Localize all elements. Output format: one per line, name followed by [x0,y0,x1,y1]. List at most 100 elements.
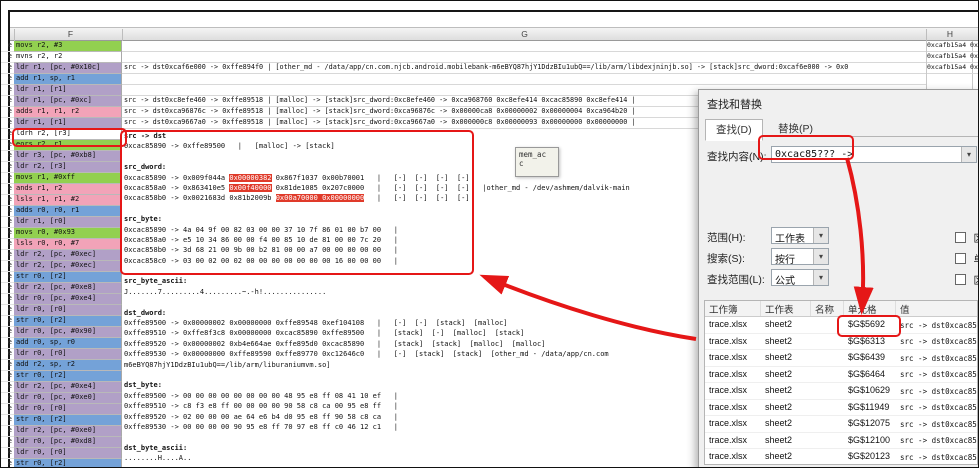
asm-cell[interactable]: str r0, [r2] [14,316,122,327]
asm-cell[interactable]: ldr r2, [pc, #0xec] [14,261,122,272]
h-value-cell[interactable]: 0xcafb15a4 0x0000 [927,52,978,63]
asm-cell[interactable]: adds r1, r1, r2 [14,107,122,118]
results-header-name[interactable]: 名称 [811,301,844,316]
result-rc2: sheet2 [765,335,793,346]
search-order-select[interactable]: 按行 ▾ [771,248,829,266]
find-what-input[interactable]: 0xcac85??? -> ▾ [771,146,977,163]
asm-cell[interactable]: mvns r2, r2 [14,52,122,63]
asm-cell[interactable]: eors r2, r1 [14,140,122,151]
result-row[interactable]: trace.xlsx sheet2 $G$11949 src -> dst0xcac8… [705,400,977,416]
tab-replace[interactable]: 替换(P) [767,118,824,140]
result-row[interactable]: trace.xlsx sheet2 $G$6313 src -> dst0xcac85… [705,334,977,350]
chevron-down-icon[interactable]: ▾ [961,147,976,162]
asm-cell[interactable]: ldr r2, [r3] [14,162,122,173]
trace-cell-row[interactable]: src -> dst0xcaf6e000 -> 0xffe894f0 | [ot… [122,63,926,74]
dialog-tabs: 查找(D) 替换(P) [705,118,978,141]
match-case-checkbox[interactable]: 区分大小写(C) [955,229,978,247]
asm-cell[interactable]: adds r0, r0, r1 [14,206,122,217]
asm-cell[interactable]: add r2, sp, r2 [14,360,122,371]
result-rc5: src -> dst0xcac8589 [900,320,977,330]
column-header-h[interactable]: H [926,29,973,41]
result-rc4: $G$11949 [848,401,890,412]
column-header-g[interactable]: G [122,29,926,41]
asm-cell[interactable]: str r0, [r2] [14,415,122,426]
result-row[interactable]: trace.xlsx sheet2 $G$12075 src -> dst0xcac8… [705,416,977,433]
asm-cell[interactable]: lsls r0, r0, #7 [14,239,122,250]
asm-cell[interactable]: ldr r2, [pc, #0xe4] [14,382,122,393]
asm-cell[interactable]: ldr r0, [pc, #0xd8] [14,437,122,448]
result-rc1: trace.xlsx [709,352,748,362]
asm-cell[interactable]: ldr r0, [r0] [14,448,122,459]
match-cell-label: 单元格匹配(O) [973,255,978,266]
asm-cell[interactable]: str r0, [r2] [14,371,122,382]
results-header-workbook[interactable]: 工作簿 [705,301,761,316]
clipped-cell-e: e [1,173,14,184]
clipped-cell-e: e [1,338,14,349]
result-rc3 [811,350,844,366]
result-row[interactable]: trace.xlsx sheet2 $G$20123 src -> dst0xcac8… [705,449,977,464]
tab-find[interactable]: 查找(D) [705,119,763,141]
results-header-cell[interactable]: 单元格 [844,301,896,316]
asm-cell[interactable]: ldr r0, [pc, #0x90] [14,327,122,338]
result-rc4: $G$12075 [848,418,891,428]
asm-cell[interactable]: ldr r0, [r0] [14,305,122,316]
asm-cell[interactable]: movs r2, #3 [14,41,122,52]
result-row[interactable]: trace.xlsx sheet2 $G$10629 src -> dst0xcac8… [705,383,977,400]
asm-cell[interactable]: ldr r1, [r1] [14,118,122,129]
result-row[interactable]: trace.xlsx sheet2 $G$6439 src -> dst0xcac85… [705,350,977,367]
asm-cell[interactable]: ands r1, r2 [14,184,122,195]
asm-cell[interactable]: ldr r0, [pc, #0xe4] [14,294,122,305]
h-value-cell[interactable]: 0xcafb15a4 0x0000 [927,41,978,52]
asm-cell[interactable]: ldr r0, [r0] [14,349,122,360]
asm-cell[interactable]: str r0, [r2] [14,272,122,283]
result-rc4: $G$6464 [848,368,886,379]
result-rc4: $G$6439 [848,352,886,362]
window-frame-top [8,10,978,12]
asm-cell[interactable]: ldr r1, [r1] [14,85,122,96]
asm-cell[interactable]: ldr r1, [pc, #0x10c] [14,63,122,74]
find-replace-dialog: 查找和替换 查找(D) 替换(P) 查找内容(N): 0xcac85??? ->… [698,89,978,467]
trace-cell-row[interactable] [122,41,926,52]
asm-cell[interactable]: str r0, [r2] [14,459,122,467]
asm-cell[interactable]: ldr r0, [r0] [14,404,122,415]
result-row[interactable]: trace.xlsx sheet2 $G$5692 src -> dst0xcac85… [705,317,977,334]
results-header-value[interactable]: 值 [896,301,977,316]
asm-cell[interactable]: ldr r2, [pc, #0xe0] [14,426,122,437]
result-rc1: trace.xlsx [709,451,748,461]
result-rc1: trace.xlsx [709,401,748,412]
result-rc1: trace.xlsx [709,319,748,329]
asm-cell[interactable]: add r0, sp, r0 [14,338,122,349]
match-cell-checkbox[interactable]: 单元格匹配(O) [955,250,978,268]
clipped-cell-e: e [1,404,14,415]
asm-cell[interactable]: ldr r0, [pc, #0xe0] [14,393,122,404]
column-header-f[interactable]: F [14,29,126,41]
result-rc5: src -> dst0xcac8589 [900,436,977,445]
asm-cell[interactable]: add r1, sp, r1 [14,74,122,85]
match-width-label: 区分全/半角(B) [973,276,978,287]
result-rc2: sheet2 [765,451,793,461]
result-rc1: trace.xlsx [709,368,748,379]
result-row[interactable]: trace.xlsx sheet2 $G$6464 src -> dst0xcac85… [705,367,977,383]
checkbox-icon [955,274,966,285]
asm-cell[interactable]: ldr r1, [r0] [14,217,122,228]
asm-cell[interactable]: movs r0, #0x93 [14,228,122,239]
look-in-select[interactable]: 公式 ▾ [771,269,829,287]
clipped-cell-e: e [1,305,14,316]
asm-cell[interactable]: ldr r2, [pc, #0xec] [14,250,122,261]
clipped-cell-e: e [1,162,14,173]
asm-cell[interactable]: ldr r1, [pc, #0xc] [14,96,122,107]
trace-cell-row[interactable] [122,74,926,85]
asm-cell[interactable]: movs r1, #0xff [14,173,122,184]
asm-cell[interactable]: lsls r1, r1, #2 [14,195,122,206]
h-value-cell[interactable]: 0xcafb15a4 0x0000 [927,63,978,74]
scope-label: 范围(H): [707,232,746,244]
asm-cell[interactable]: ldr r3, [pc, #0xb8] [14,151,122,162]
trace-cell-row[interactable] [122,52,926,63]
asm-cell[interactable]: ldr r2, [pc, #0xe8] [14,283,122,294]
asm-cell[interactable]: ldrh r2, [r3] [14,129,122,140]
match-width-checkbox[interactable]: 区分全/半角(B) [955,271,978,289]
results-header-sheet[interactable]: 工作表 [761,301,811,316]
scope-select[interactable]: 工作表 ▾ [771,227,829,245]
result-row[interactable]: trace.xlsx sheet2 $G$12100 src -> dst0xcac8… [705,433,977,449]
clipped-cell-e: e [1,360,14,371]
